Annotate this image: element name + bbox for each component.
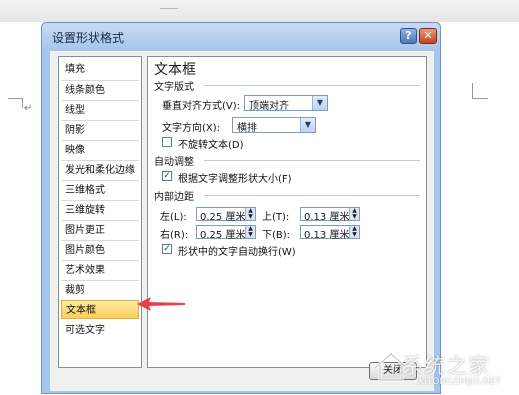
top-margin-value: 0.13 厘米 — [304, 212, 350, 223]
bottom-margin-label: 下(B): — [262, 230, 291, 241]
left-margin-label: 左(L): — [160, 212, 187, 223]
vertical-align-select[interactable]: 顶端对齐 ▼ — [244, 95, 328, 112]
category-item[interactable]: 三维格式 — [61, 180, 139, 199]
right-margin-label: 右(R): — [160, 230, 189, 241]
spinner-icon[interactable]: ▲ ▼ — [245, 226, 255, 238]
dialog-title: 设置形状格式 — [52, 31, 125, 45]
close-icon[interactable]: ✕ — [419, 28, 437, 44]
left-margin-input[interactable]: 0.25 厘米 ▲ ▼ — [196, 207, 256, 223]
category-item[interactable]: 裁剪 — [61, 280, 139, 299]
category-item[interactable]: 图片颜色 — [61, 240, 139, 259]
watermark-site: XITONGZHIJIA.NET — [418, 377, 501, 387]
format-shape-dialog: 设置形状格式 ? ✕ 填充 线条颜色 线型 阴影 映像 发光和柔化边缘 三维格式… — [41, 22, 441, 394]
settings-panel: 文本框 文字版式 垂直对齐方式(V): 顶端对齐 ▼ 文字方向(X): 横排 ▼… — [147, 56, 427, 368]
right-margin-input[interactable]: 0.25 厘米 ▲ ▼ — [196, 225, 256, 241]
bottom-margin-input[interactable]: 0.13 厘米 ▲ ▼ — [300, 225, 360, 241]
resize-shape-checkbox[interactable]: ✓ — [162, 171, 172, 181]
category-item[interactable]: 映像 — [61, 140, 139, 159]
section-title-autofit: 自动调整 — [154, 157, 194, 168]
crop-mark — [22, 98, 23, 108]
help-button[interactable]: ? — [400, 28, 417, 44]
category-list: 填充 线条颜色 线型 阴影 映像 发光和柔化边缘 三维格式 三维旋转 图片更正 … — [58, 56, 142, 368]
paragraph-mark: ↵ — [24, 103, 33, 114]
text-direction-value: 横排 — [237, 123, 257, 134]
bottom-margin-value: 0.13 厘米 — [304, 230, 350, 241]
chevron-down-icon[interactable]: ▼ — [300, 118, 315, 132]
category-item[interactable]: 线条颜色 — [61, 80, 139, 99]
crop-mark — [472, 83, 473, 99]
section-title-layout: 文字版式 — [154, 82, 194, 93]
text-direction-select[interactable]: 横排 ▼ — [232, 117, 316, 134]
ruler-mark — [160, 8, 178, 9]
category-item[interactable]: 可选文字 — [61, 321, 139, 340]
crop-mark — [472, 98, 488, 99]
category-item-selected[interactable]: 文本框 — [61, 300, 139, 319]
wrap-text-label: 形状中的文字自动换行(W) — [178, 247, 296, 258]
spinner-icon[interactable]: ▲ ▼ — [349, 226, 359, 238]
text-direction-label: 文字方向(X): — [162, 123, 221, 134]
category-item[interactable]: 阴影 — [61, 120, 139, 139]
category-item[interactable]: 图片更正 — [61, 220, 139, 239]
section-divider — [204, 195, 420, 196]
dialog-titlebar[interactable]: 设置形状格式 ? ✕ — [42, 23, 440, 49]
category-item[interactable]: 填充 — [61, 60, 139, 79]
section-divider — [204, 85, 420, 86]
wrap-text-checkbox[interactable]: ✓ — [162, 244, 172, 254]
spinner-icon[interactable]: ▲ ▼ — [245, 208, 255, 220]
category-item[interactable]: 三维旋转 — [61, 200, 139, 219]
right-margin-value: 0.25 厘米 — [200, 230, 246, 241]
category-item[interactable]: 艺术效果 — [61, 260, 139, 279]
vertical-align-label: 垂直对齐方式(V): — [162, 101, 241, 112]
section-divider — [204, 160, 420, 161]
chevron-down-icon[interactable]: ▼ — [312, 96, 327, 110]
watermark-text: 系统之家 — [402, 354, 490, 378]
no-rotate-checkbox[interactable] — [162, 137, 172, 147]
top-margin-label: 上(T): — [262, 212, 290, 223]
section-title-margins: 内部边距 — [154, 192, 194, 203]
category-item[interactable]: 发光和柔化边缘 — [61, 160, 139, 179]
left-margin-value: 0.25 厘米 — [200, 212, 246, 223]
spinner-icon[interactable]: ▲ ▼ — [349, 208, 359, 220]
vertical-align-value: 顶端对齐 — [249, 101, 289, 112]
annotation-arrow-icon — [137, 297, 185, 311]
no-rotate-label: 不旋转文本(D) — [178, 140, 244, 151]
document-toolbar-strip — [0, 0, 519, 22]
category-item[interactable]: 线型 — [61, 100, 139, 119]
top-margin-input[interactable]: 0.13 厘米 ▲ ▼ — [300, 207, 360, 223]
dialog-body: 填充 线条颜色 线型 阴影 映像 发光和柔化边缘 三维格式 三维旋转 图片更正 … — [50, 51, 434, 391]
panel-title: 文本框 — [154, 62, 196, 78]
resize-shape-label: 根据文字调整形状大小(F) — [178, 174, 292, 185]
crop-mark — [8, 98, 22, 99]
